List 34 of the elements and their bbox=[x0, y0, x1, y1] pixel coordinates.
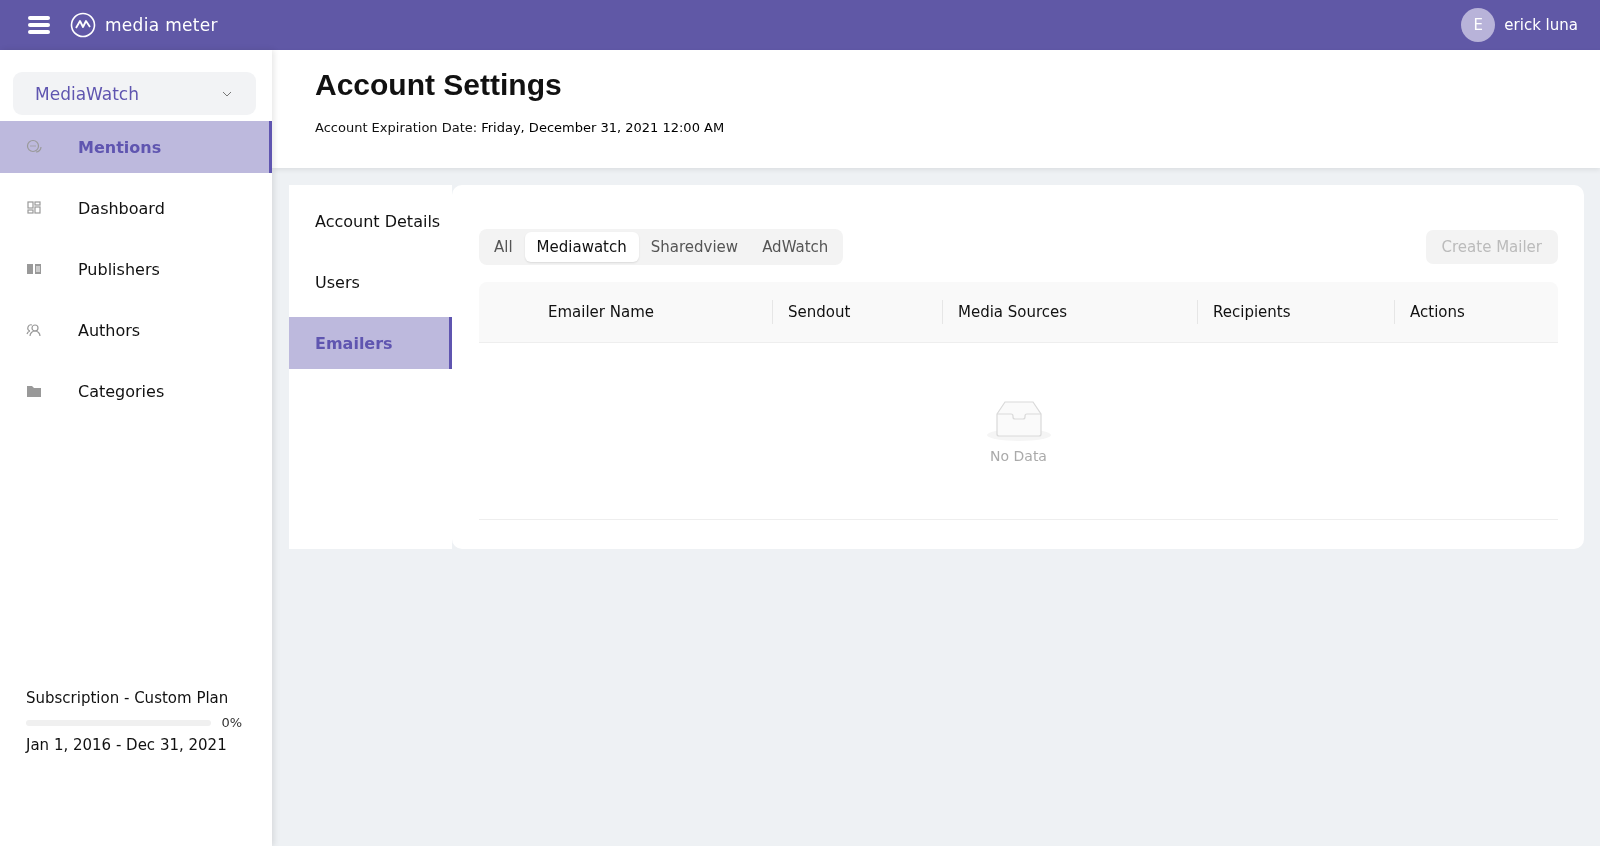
settings-nav-item[interactable]: Users bbox=[289, 256, 452, 308]
filter-tab[interactable]: Sharedview bbox=[638, 232, 751, 262]
column-header: Media Sources bbox=[958, 303, 1068, 321]
chevron-down-icon bbox=[222, 90, 232, 97]
sidebar-item[interactable]: Dashboard bbox=[0, 182, 272, 234]
grid-icon bbox=[26, 200, 42, 216]
no-data-text: No Data bbox=[990, 448, 1047, 464]
filter-tab[interactable]: All bbox=[482, 232, 525, 262]
menu-icon[interactable] bbox=[28, 15, 50, 35]
folder-icon bbox=[26, 383, 42, 399]
empty-inbox-icon bbox=[985, 398, 1052, 442]
column-header: Actions bbox=[1410, 303, 1465, 321]
progress-percent: 0% bbox=[221, 715, 242, 730]
filter-tab[interactable]: Mediawatch bbox=[524, 232, 639, 262]
expiration-label: Account Expiration Date: bbox=[315, 120, 478, 135]
column-header: Sendout bbox=[788, 303, 851, 321]
sidebar-item[interactable]: Publishers bbox=[0, 243, 272, 295]
product-select[interactable]: MediaWatch bbox=[13, 72, 256, 115]
user-name[interactable]: erick luna bbox=[1504, 16, 1578, 34]
subscription-period: Jan 1, 2016 - Dec 31, 2021 bbox=[26, 736, 228, 754]
book-icon bbox=[26, 261, 42, 277]
settings-nav-item[interactable]: Account Details bbox=[289, 195, 452, 247]
brand-name: media meter bbox=[105, 15, 218, 35]
page-title: Account Settings bbox=[315, 68, 563, 102]
chat-icon bbox=[26, 139, 42, 155]
logo-icon bbox=[70, 12, 96, 38]
column-header: Emailer Name bbox=[548, 303, 655, 321]
subscription-plan: Subscription - Custom Plan bbox=[26, 689, 230, 707]
column-header: Recipients bbox=[1213, 303, 1291, 321]
sidebar-item[interactable]: Authors bbox=[0, 304, 272, 356]
sidebar-item[interactable]: Categories bbox=[0, 365, 272, 417]
expiration-date: Friday, December 31, 2021 12:00 AM bbox=[481, 120, 725, 135]
people-icon bbox=[26, 322, 42, 338]
filter-tab[interactable]: AdWatch bbox=[750, 232, 841, 262]
